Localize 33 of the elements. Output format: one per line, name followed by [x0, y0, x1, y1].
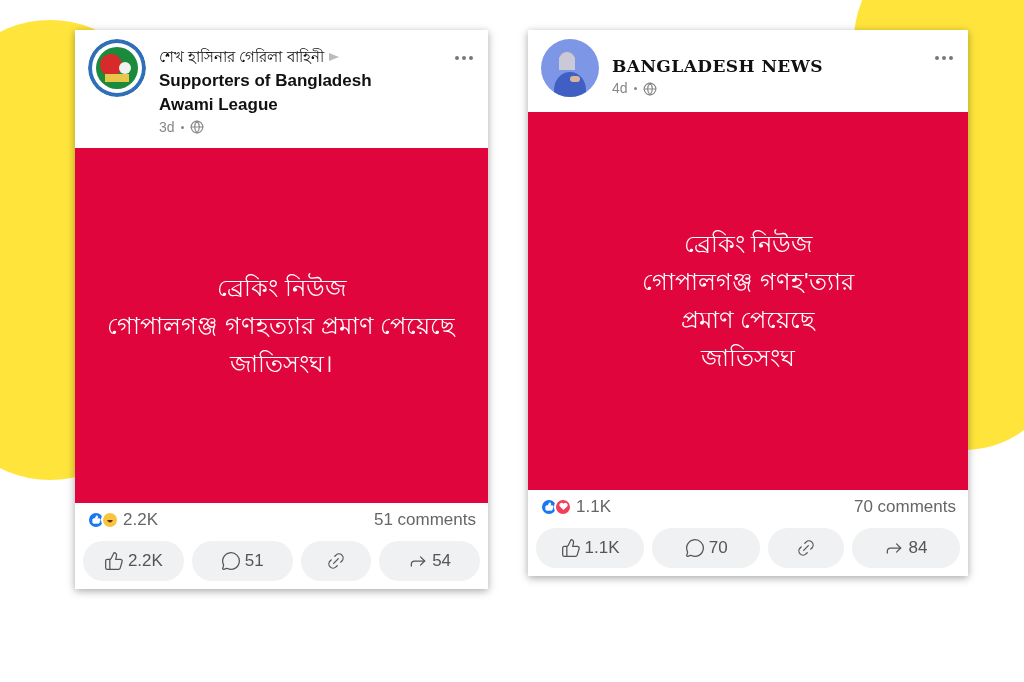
post-text: জাতিসংঘ: [701, 343, 795, 373]
thumbs-up-icon: [103, 550, 124, 571]
post-text: জাতিসংঘ।: [230, 348, 333, 379]
laughing-reaction-icon: [101, 510, 119, 529]
comment-button[interactable]: 51: [191, 540, 293, 581]
group-name[interactable]: শেখ হাসিনার গেরিলা বাহিনী: [159, 46, 324, 69]
comment-count[interactable]: 51 comments: [373, 507, 476, 533]
like-button[interactable]: 2.2K: [83, 540, 184, 581]
comment-icon: [684, 537, 705, 558]
share-button[interactable]: 54: [379, 540, 480, 581]
triangle-icon: [327, 52, 340, 63]
post-text: ব্রেকিং নিউজ: [683, 228, 813, 259]
page-name[interactable]: BANGLADESH NEWS: [612, 46, 920, 78]
post-text: গোপালগঞ্জ গণহত্যার প্রমাণ পেয়েছে: [107, 310, 456, 341]
heart-reaction-icon: [554, 497, 572, 516]
reaction-count[interactable]: 2.2K: [123, 507, 158, 533]
post-text: গোপালগঞ্জ গণহ'ত্যার: [642, 267, 854, 297]
post-time: 3d: [159, 117, 175, 137]
like-reaction-icon: [87, 510, 105, 529]
share-button[interactable]: 84: [851, 527, 960, 568]
post-time: 4d: [612, 79, 628, 98]
like-reaction-icon: [540, 497, 558, 516]
comment-icon: [220, 550, 241, 571]
comment-count[interactable]: 70 comments: [853, 494, 956, 520]
post-text: ব্রেকিং নিউজ: [217, 272, 346, 303]
reaction-count[interactable]: 1.1K: [576, 494, 611, 520]
globe-icon: [189, 120, 204, 134]
like-button[interactable]: 1.1K: [536, 527, 645, 568]
post-text: প্রমাণ পেয়েছে: [680, 305, 816, 335]
globe-icon: [642, 81, 657, 96]
comment-button[interactable]: 70: [652, 527, 761, 568]
thumbs-up-icon: [560, 537, 581, 558]
page-name[interactable]: Supporters of Bangladesh Awami League: [159, 68, 384, 117]
